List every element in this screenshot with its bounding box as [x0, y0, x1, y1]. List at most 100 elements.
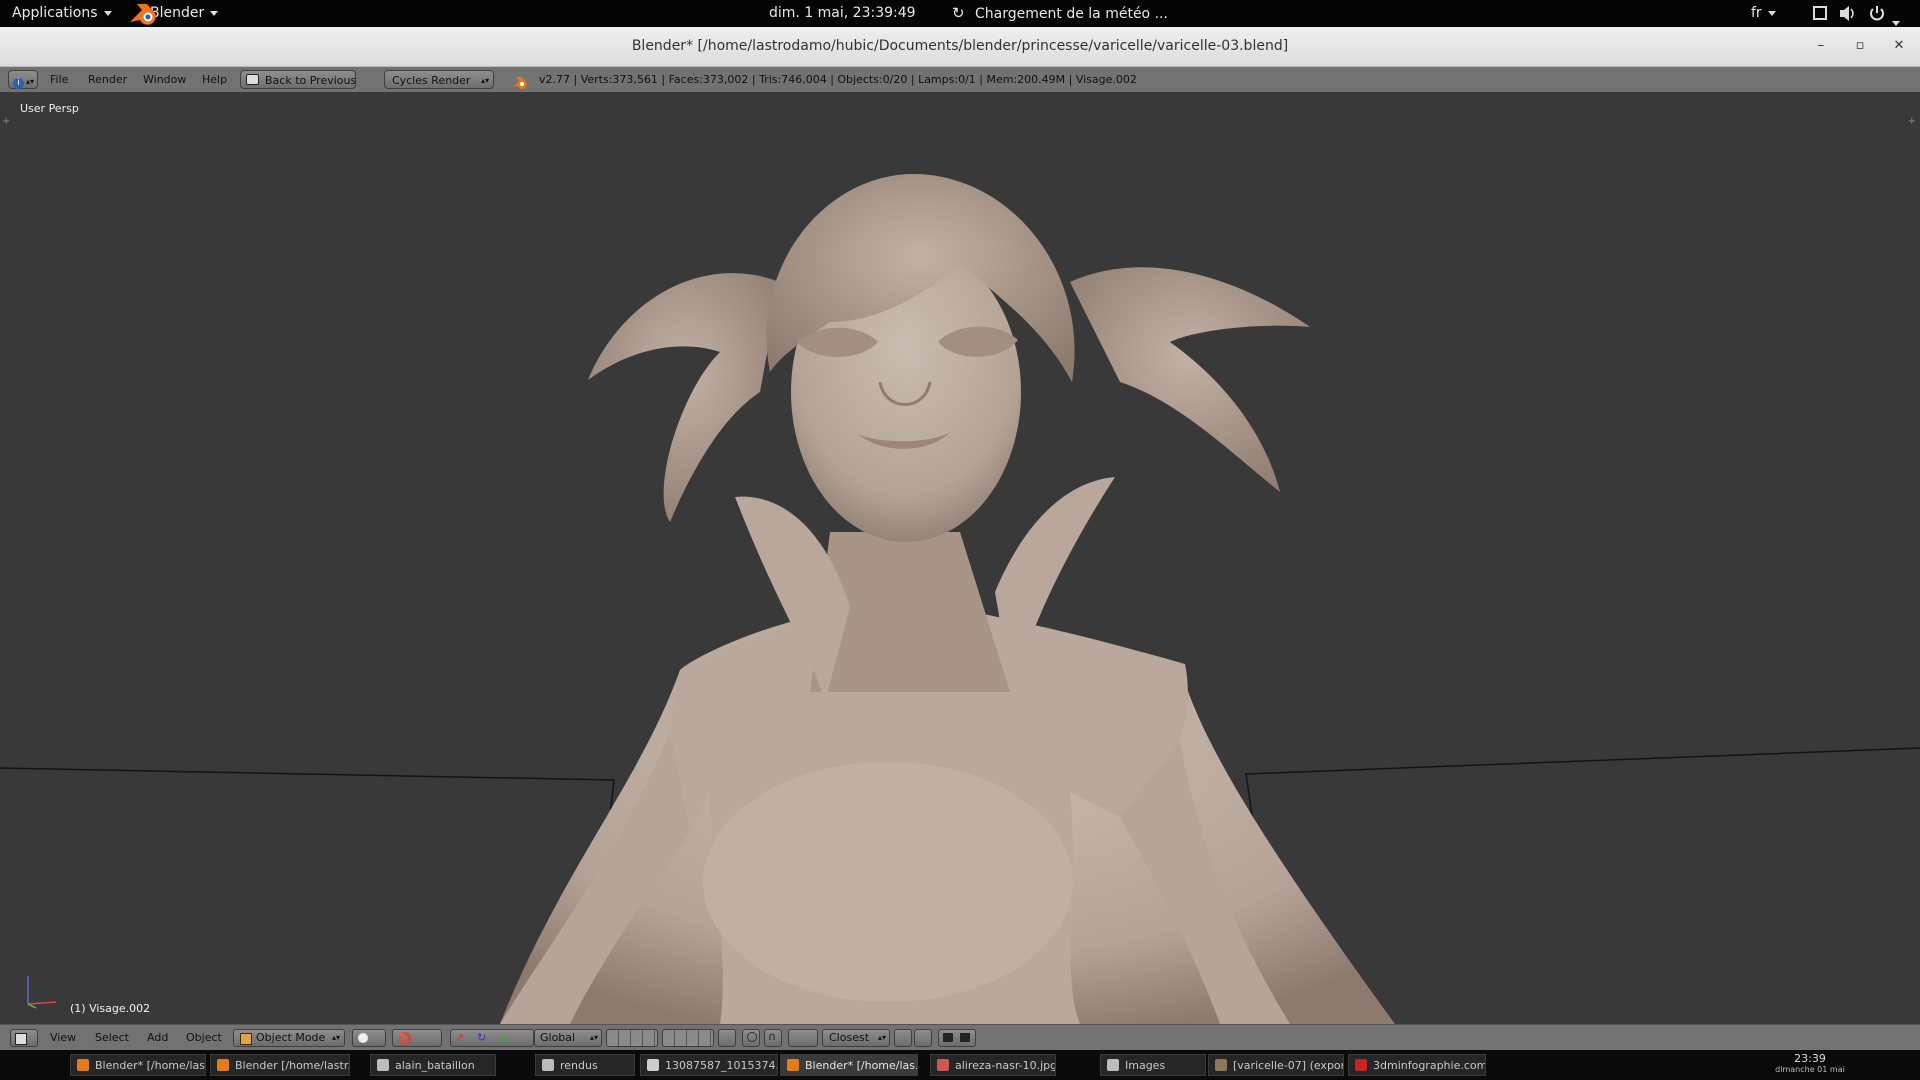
task-label: alireza-nasr-10.jpg [955, 1059, 1056, 1072]
task-item[interactable]: Blender* [/home/las... [70, 1054, 206, 1076]
lock-layers-button[interactable] [718, 1029, 736, 1047]
active-object-label: (1) Visage.002 [70, 1002, 151, 1015]
gimp-icon [1215, 1059, 1227, 1071]
task-label: Blender [/home/lastr... [235, 1059, 350, 1072]
task-item[interactable]: alain_bataillon [370, 1054, 496, 1076]
axis-orientation-gizmo [27, 976, 57, 1009]
transform-manipulator-group[interactable]: ↗ ↻ ↘ [450, 1029, 534, 1047]
blender-logo-icon [130, 4, 156, 25]
task-label: Blender* [/home/las... [805, 1059, 918, 1072]
menu-object[interactable]: Object [186, 1025, 222, 1051]
layer-buttons-group-2[interactable] [662, 1029, 714, 1047]
weather-indicator[interactable]: ↻ Chargement de la météo ... [952, 0, 1168, 27]
task-item[interactable]: 3dminfographie.com... [1348, 1054, 1486, 1076]
snap-element-select[interactable] [788, 1029, 818, 1047]
updown-icon: ▴▾ [331, 1033, 340, 1042]
task-item[interactable]: Blender [/home/lastr... [210, 1054, 350, 1076]
applications-menu[interactable]: Applications [12, 0, 112, 27]
volume-icon[interactable] [1838, 0, 1856, 27]
menu-add[interactable]: Add [147, 1025, 168, 1051]
proportional-edit-button[interactable] [742, 1029, 760, 1047]
window-title: Blender* [/home/lastrodamo/hubic/Documen… [631, 38, 1289, 54]
language-label: fr [1751, 5, 1762, 21]
magnet-icon: ∩ [768, 1030, 777, 1043]
task-item[interactable]: [varicelle-07] (expor... [1208, 1054, 1344, 1076]
power-icon [1870, 6, 1884, 21]
app-menu-blender[interactable]: Blender [128, 0, 219, 27]
menu-render[interactable]: Render [88, 67, 127, 92]
orientation-select[interactable]: Global ▴▾ [534, 1029, 602, 1047]
viewport-shading-select[interactable] [352, 1029, 386, 1047]
cube-view-icon [15, 1033, 27, 1045]
layer-buttons-group-1[interactable] [606, 1029, 658, 1047]
solid-shading-icon [358, 1033, 368, 1043]
back-icon [246, 74, 259, 85]
power-menu[interactable] [1868, 0, 1900, 27]
render-engine-label: Cycles Render [392, 74, 471, 87]
chevron-down-icon [1767, 10, 1776, 16]
task-label: 13087587_1015374... [665, 1059, 778, 1072]
menu-view[interactable]: View [50, 1025, 76, 1051]
folder-icon [1107, 1059, 1119, 1071]
opengl-render-buttons[interactable] [938, 1029, 976, 1047]
image-icon [647, 1059, 659, 1071]
maximize-button[interactable]: ▫ [1851, 37, 1869, 55]
render-engine-select[interactable]: Cycles Render ▴▾ [384, 70, 494, 89]
mode-select[interactable]: Object Mode ▴▾ [233, 1029, 345, 1047]
menu-window[interactable]: Window [143, 67, 186, 92]
updown-icon: ▴▾ [480, 76, 489, 85]
task-item[interactable]: alireza-nasr-10.jpg [930, 1054, 1056, 1076]
minimize-button[interactable]: – [1812, 37, 1830, 55]
language-selector[interactable]: fr [1751, 0, 1776, 27]
back-to-previous-button[interactable]: Back to Previous [240, 70, 356, 89]
editor-type-button[interactable]: i ▴▾ [8, 70, 38, 89]
task-label: 3dminfographie.com... [1373, 1059, 1486, 1072]
chevron-down-icon [210, 10, 219, 16]
mode-label: Object Mode [256, 1031, 326, 1044]
task-item[interactable]: Images [1100, 1054, 1206, 1076]
ground-plane-edge-left [0, 767, 615, 865]
updown-icon: ▴▾ [26, 77, 35, 86]
filezilla-icon [1355, 1059, 1367, 1071]
taskbar-clock[interactable]: 23:39 dimanche 01 mai [1760, 1053, 1860, 1075]
task-label: [varicelle-07] (expor... [1233, 1059, 1344, 1072]
sculpted-character-model[interactable] [0, 92, 1920, 1024]
menu-file[interactable]: File [50, 67, 68, 92]
camera-icon [943, 1033, 953, 1042]
task-item[interactable]: 13087587_1015374... [640, 1054, 778, 1076]
chevron-down-icon [1892, 20, 1900, 26]
datetime-clock[interactable]: dim. 1 mai, 23:39:49 [769, 0, 916, 27]
blender-icon [217, 1059, 229, 1071]
manipulator-rotate-icon: ↻ [477, 1031, 487, 1044]
snap-project-button[interactable] [914, 1029, 932, 1047]
task-item-active[interactable]: Blender* [/home/las... [780, 1054, 918, 1076]
snap-target-select[interactable]: Closest ▴▾ [822, 1029, 890, 1047]
info-icon: i [13, 78, 24, 89]
object-mode-icon [240, 1033, 252, 1045]
proportional-edit-icon [747, 1032, 757, 1042]
clock-date: dimanche 01 mai [1775, 1065, 1845, 1074]
blender-logo-icon [512, 73, 528, 89]
manipulator-scale-icon: ↘ [499, 1031, 509, 1044]
pivot-point-select[interactable]: ⭕ [392, 1029, 442, 1047]
window-titlebar[interactable]: Blender* [/home/lastrodamo/hubic/Documen… [0, 27, 1920, 67]
3d-viewport[interactable]: User Persp + + (1) Visage.002 [0, 92, 1920, 1024]
app-label: Blender [150, 5, 205, 21]
menu-select[interactable]: Select [95, 1025, 129, 1051]
task-item[interactable]: rendus [535, 1054, 635, 1076]
blender-icon [787, 1059, 799, 1071]
editor-type-button[interactable] [10, 1029, 38, 1047]
scene-statistics: v2.77 | Verts:373,561 | Faces:373,002 | … [539, 73, 1137, 86]
model-chest [703, 762, 1073, 1002]
snap-toggle-button[interactable]: ∩ [764, 1029, 782, 1047]
snap-rotation-button[interactable] [894, 1029, 912, 1047]
menu-help[interactable]: Help [202, 67, 227, 92]
weather-label: Chargement de la météo ... [975, 6, 1168, 22]
clock-time: 23:39 [1794, 1052, 1826, 1065]
refresh-icon: ↻ [952, 4, 965, 22]
close-button[interactable]: ✕ [1890, 37, 1908, 55]
window-list-taskbar: Blender* [/home/las... Blender [/home/la… [0, 1050, 1920, 1080]
3d-view-header: View Select Add Object Object Mode ▴▾ ⭕ … [0, 1024, 1920, 1051]
window-switch-icon[interactable] [1812, 0, 1828, 27]
chevron-down-icon [103, 10, 112, 16]
